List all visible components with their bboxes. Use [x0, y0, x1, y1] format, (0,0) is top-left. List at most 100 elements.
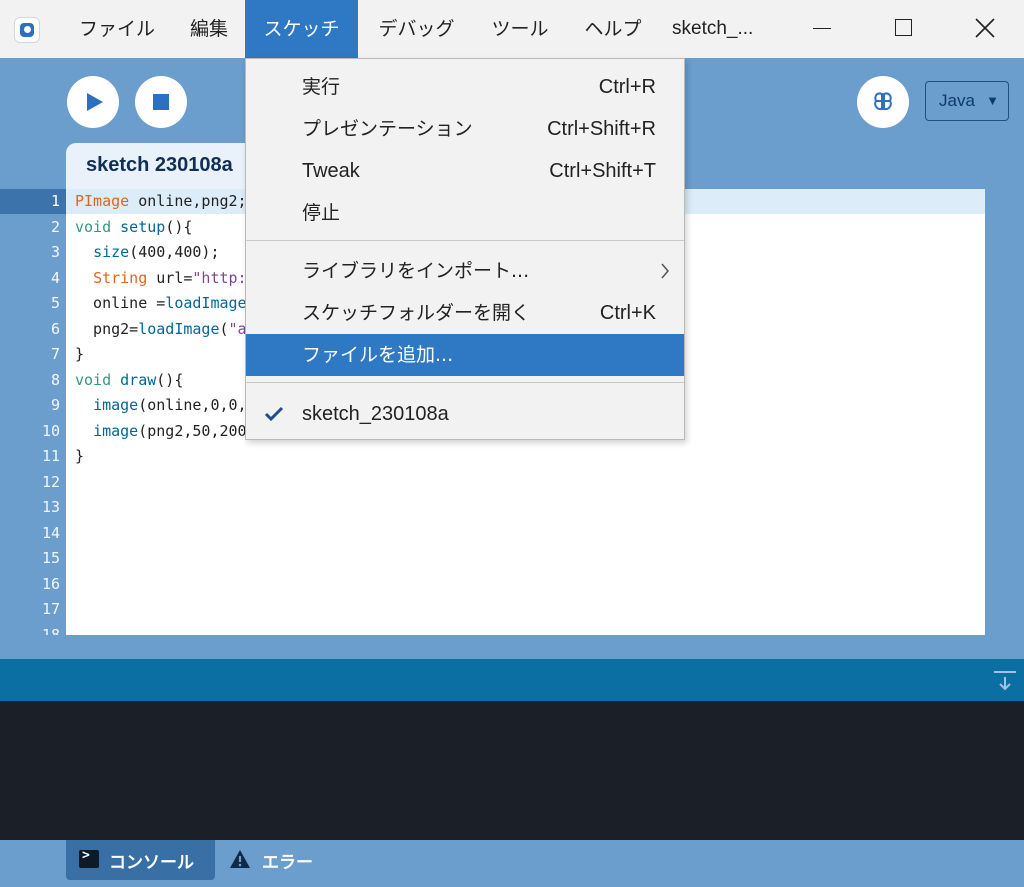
- submenu-arrow-icon: [661, 263, 669, 279]
- editor-scrollbar[interactable]: [985, 189, 1024, 635]
- menu-item-sketch-230108a[interactable]: sketch_230108a: [246, 393, 684, 435]
- stop-icon: [153, 94, 169, 110]
- code-line: void draw(){: [75, 368, 183, 393]
- code-token: "http:: [192, 268, 247, 287]
- tab-errors-label: エラー: [262, 853, 313, 873]
- mode-label: Java: [939, 91, 975, 110]
- line-number: 4: [50, 268, 60, 287]
- code-token: void: [75, 370, 112, 389]
- menu-help[interactable]: ヘルプ: [568, 0, 658, 58]
- code-token: loadImage: [165, 294, 247, 312]
- line-number-gutter: 1 2 3 4 5 6 7 8 9 10 11 12 13 14 15 16 17 18: [0, 189, 66, 635]
- menu-item-tweak[interactable]: Tweak Ctrl+Shift+T: [246, 150, 684, 192]
- dropdown-arrow-icon: ▼: [986, 93, 999, 108]
- butterfly-icon: [874, 92, 892, 111]
- menu-item-shortcut: Ctrl+Shift+R: [547, 118, 656, 140]
- line-number: 3: [50, 243, 60, 261]
- code-token: url=: [147, 268, 193, 287]
- code-token: image: [93, 396, 139, 414]
- menu-item-label: プレゼンテーション: [302, 118, 473, 140]
- line-number: 2: [50, 217, 60, 236]
- minimize-icon: [813, 28, 831, 29]
- menu-item-present[interactable]: プレゼンテーション Ctrl+Shift+R: [246, 108, 684, 150]
- code-token: png2=: [75, 319, 139, 338]
- check-icon: [264, 406, 284, 422]
- menu-item-stop[interactable]: 停止: [246, 192, 684, 234]
- code-token: void: [75, 217, 112, 236]
- code-token: }: [75, 345, 85, 363]
- menu-item-add-file[interactable]: ファイルを追加...: [246, 334, 684, 376]
- menu-item-label: ライブラリをインポート...: [302, 260, 530, 282]
- code-token: (){: [165, 217, 193, 236]
- line-number: 1: [50, 192, 60, 210]
- tab-console[interactable]: コンソール: [66, 840, 215, 880]
- menu-bar: ファイル 編集 スケッチ デバッグ ツール ヘルプ sketch_...: [0, 0, 1024, 58]
- menu-separator: [246, 240, 684, 241]
- line-number: 18: [41, 625, 60, 636]
- menu-item-label: ファイルを追加...: [302, 344, 454, 366]
- stop-button[interactable]: [135, 76, 187, 128]
- code-token: PImage: [75, 192, 130, 210]
- line-number: 7: [50, 345, 60, 363]
- menu-separator: [246, 382, 684, 383]
- line-number: 17: [41, 600, 60, 618]
- code-line: PImage online,png2;: [75, 189, 247, 214]
- menu-item-import-library[interactable]: ライブラリをインポート...: [246, 250, 684, 292]
- menu-edit[interactable]: 編集: [175, 0, 243, 58]
- code-line: image(online,0,0,: [75, 393, 247, 418]
- menu-item-label: 停止: [302, 202, 341, 224]
- code-token: String: [93, 268, 148, 287]
- code-token: setup: [120, 217, 166, 236]
- code-line: image(png2,50,200: [75, 419, 247, 444]
- menu-item-label: Tweak: [302, 160, 360, 182]
- code-token: image: [93, 421, 139, 440]
- collapse-console-icon[interactable]: [993, 669, 1017, 693]
- mode-selector[interactable]: Java ▼: [925, 81, 1009, 121]
- line-number: 12: [41, 472, 60, 491]
- warning-icon: [230, 850, 250, 868]
- code-token: loadImage: [138, 319, 220, 338]
- minimize-button[interactable]: [792, 0, 852, 58]
- code-token: (400,400);: [129, 243, 220, 261]
- code-token: (online,0,0,: [138, 396, 247, 414]
- menu-item-shortcut: Ctrl+Shift+T: [549, 160, 656, 182]
- code-line: String url="http:: [75, 266, 247, 291]
- console-header: [0, 659, 1024, 701]
- code-token: online =: [75, 294, 166, 312]
- run-button[interactable]: [67, 76, 119, 128]
- code-line: void setup(){: [75, 215, 192, 240]
- code-token: }: [75, 447, 85, 465]
- code-line: size(400,400);: [75, 240, 220, 265]
- menu-item-run[interactable]: 実行 Ctrl+R: [246, 66, 684, 108]
- menu-file[interactable]: ファイル: [62, 0, 172, 58]
- editor-tab-sketch[interactable]: sketch 230108a: [66, 143, 266, 190]
- line-number: 15: [41, 549, 60, 567]
- processing-app-icon: [14, 17, 40, 43]
- menu-item-show-sketch-folder[interactable]: スケッチフォルダーを開く Ctrl+K: [246, 292, 684, 334]
- debug-button[interactable]: [857, 76, 909, 128]
- code-line: }: [75, 342, 84, 367]
- menu-debug[interactable]: デバッグ: [360, 0, 473, 58]
- maximize-button[interactable]: [873, 0, 933, 58]
- line-number: 6: [50, 319, 60, 338]
- menu-sketch[interactable]: スケッチ: [245, 0, 358, 58]
- line-number: 14: [41, 523, 60, 542]
- menu-tools[interactable]: ツール: [475, 0, 565, 58]
- tab-errors[interactable]: エラー: [222, 840, 332, 880]
- code-token: (: [219, 319, 229, 338]
- code-line: png2=loadImage("a: [75, 317, 247, 342]
- line-number: 5: [50, 294, 60, 312]
- console-output: [0, 701, 1024, 840]
- menu-item-label: sketch_230108a: [302, 403, 449, 425]
- code-token: draw: [120, 370, 157, 389]
- code-token: (png2,50,200: [138, 421, 247, 440]
- terminal-icon: [79, 848, 99, 868]
- close-button[interactable]: [955, 0, 1015, 58]
- code-line: }: [75, 444, 84, 469]
- close-icon: [975, 18, 995, 38]
